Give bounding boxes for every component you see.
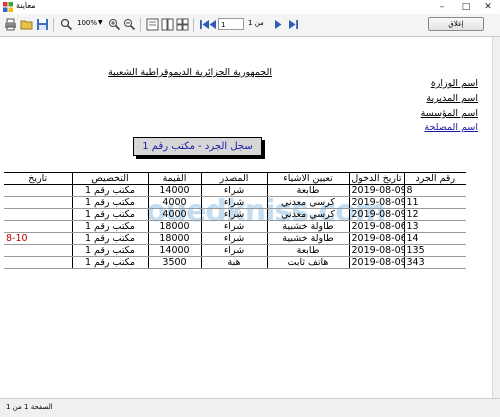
app-icon [3,2,13,12]
item-description: طاولة خشبية [267,232,350,245]
item-description: طاولة خشبية [267,220,350,233]
column-header: تعيين الاشياء [267,172,350,185]
entry-date: 2019-08-09 [349,208,405,221]
item-allocation: مكتب رقم 1 [72,244,149,257]
item-value: 18000 [148,232,202,245]
entry-date: 2019-08-06 [349,232,405,245]
item-value: 4000 [148,196,202,209]
item-description: كرسي معدني [267,196,350,209]
page-layout-icon[interactable] [146,18,159,31]
minimize-button[interactable]: – [430,0,454,14]
table-row: 12 2019-08-09 كرسي معدني شراء 4000 مكتب … [4,208,466,221]
item-allocation: مكتب رقم 1 [72,232,149,245]
column-header: رقم الجرد [404,172,466,185]
column-header: المصدر [201,172,268,185]
preview-toolbar: 100% ▼ 1 من 1 إغلاق [0,14,500,37]
item-date-extra [4,256,73,269]
item-allocation: مكتب رقم 1 [72,256,149,269]
item-value: 14000 [148,184,202,197]
inventory-table: رقم الجرد تاريخ الدخول تعيين الاشياء الم… [4,172,466,269]
multi-page-icon[interactable] [176,18,189,31]
entry-date: 2019-08-06 [349,220,405,233]
table-header-row: رقم الجرد تاريخ الدخول تعيين الاشياء الم… [4,172,466,185]
table-row: 11 2019-08-09 كرسي معدني شراء 4000 مكتب … [4,196,466,209]
inventory-number: 343 [404,256,466,269]
search-icon[interactable] [60,18,73,31]
item-date-extra [4,244,73,257]
item-description: كرسي معدني [267,208,350,221]
open-icon[interactable] [20,18,33,31]
column-header: تاريخ الدخول [349,172,405,185]
entry-date: 2019-08-09 [349,244,405,257]
vertical-scrollbar[interactable] [492,37,500,398]
item-allocation: مكتب رقم 1 [72,184,149,197]
item-description: طابعة [267,244,350,257]
window-title: معاينة [16,1,36,10]
inventory-number: 13 [404,220,466,233]
item-date-extra [4,208,73,221]
entry-date: 2019-08-09 [349,184,405,197]
item-source: شراء [201,208,268,221]
next-page-icon[interactable] [272,18,285,31]
item-description: هاتف ثابت [267,256,350,269]
item-source: شراء [201,220,268,233]
institution-name: اسم المؤسسة [420,108,478,119]
table-row: 13 2019-08-06 طاولة خشبية شراء 18000 مكت… [4,220,466,233]
zoom-out-icon[interactable] [123,18,136,31]
table-row: 14 2019-08-06 طاولة خشبية شراء 18000 مكت… [4,232,466,245]
two-page-icon[interactable] [161,18,174,31]
table-row: 8 2019-08-09 طابعة شراء 14000 مكتب رقم 1 [4,184,466,197]
item-value: 14000 [148,244,202,257]
last-page-icon[interactable] [287,18,300,31]
item-source: شراء [201,232,268,245]
page-of-label: من 1 [248,19,264,27]
table-row: 135 2019-08-09 طابعة شراء 14000 مكتب رقم… [4,244,466,257]
item-source: شراء [201,244,268,257]
print-icon[interactable] [4,18,17,31]
inventory-number: 11 [404,196,466,209]
title-bar: معاينة – □ ✕ [0,0,500,15]
inventory-number: 8 [404,184,466,197]
directorate-name: اسم المديرية [426,93,478,104]
item-date-extra [4,220,73,233]
maximize-button[interactable]: □ [454,0,478,14]
page-status: الصفحة 1 من 1 [6,403,53,411]
item-date-extra: 8-10 [4,232,73,245]
page-number-input[interactable]: 1 [218,18,244,30]
save-icon[interactable] [36,18,49,31]
item-value: 18000 [148,220,202,233]
zoom-select[interactable]: 100% [77,19,97,27]
inventory-number: 12 [404,208,466,221]
item-value: 4000 [148,208,202,221]
status-bar: الصفحة 1 من 1 [0,398,500,417]
column-header: القيمة [148,172,202,185]
table-row: 343 2019-08-09 هاتف ثابت هبة 3500 مكتب ر… [4,256,466,269]
report-title: الجمهورية الجزائرية الديموقراطية الشعبية [108,67,272,78]
item-source: شراء [201,184,268,197]
column-header: تاريخ [4,172,73,185]
service-name: اسم المصلحة [424,122,478,133]
inventory-number: 135 [404,244,466,257]
item-allocation: مكتب رقم 1 [72,196,149,209]
entry-date: 2019-08-09 [349,196,405,209]
column-header: التخصيص [72,172,149,185]
close-window-button[interactable]: ✕ [476,0,500,14]
item-allocation: مكتب رقم 1 [72,220,149,233]
register-title: سجل الجرد - مكتب رقم 1 [133,137,262,156]
ministry-name: اسم الوزارة [430,78,478,89]
item-description: طابعة [267,184,350,197]
chevron-down-icon[interactable]: ▼ [98,19,103,26]
item-date-extra [4,196,73,209]
close-preview-button[interactable]: إغلاق [428,17,484,31]
item-source: هبة [201,256,268,269]
item-date-extra [4,184,73,197]
zoom-in-icon[interactable] [108,18,121,31]
item-source: شراء [201,196,268,209]
item-allocation: مكتب رقم 1 [72,208,149,221]
inventory-number: 14 [404,232,466,245]
item-value: 3500 [148,256,202,269]
entry-date: 2019-08-09 [349,256,405,269]
